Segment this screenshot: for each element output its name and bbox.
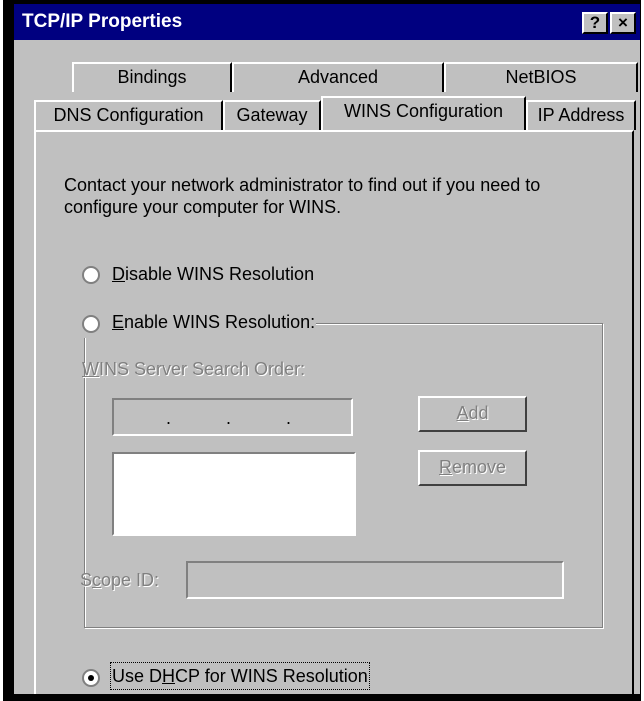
scope-id-input[interactable] [186,561,564,599]
disable-wins-label[interactable]: Disable WINS Resolution [112,262,314,286]
dhcp-mnemonic: H [162,666,176,686]
add-mnemonic: A [456,403,469,423]
dhcp-before: Use D [112,666,163,686]
tcpip-properties-dialog: TCP/IP Properties ? × Bindings Advanced … [14,4,640,694]
disable-label-rest: isable WINS Resolution [125,264,315,284]
scope-before: S [80,570,93,590]
enable-wins-radio[interactable] [82,315,100,333]
dhcp-rest: CP for WINS Resolution [175,666,368,686]
use-dhcp-radio-dot [88,675,94,681]
tab-netbios[interactable]: NetBIOS [444,62,638,92]
enable-label-rest: nable WINS Resolution: [124,312,316,332]
add-rest: dd [468,403,489,423]
tab-advanced[interactable]: Advanced [232,62,444,92]
remove-rest: emove [451,457,507,477]
close-button[interactable]: × [610,12,636,34]
search-order-mnemonic: W [82,359,99,379]
tab-bindings[interactable]: Bindings [72,62,232,92]
use-dhcp-label[interactable]: Use DHCP for WINS Resolution [110,662,370,690]
tab-ip-address[interactable]: IP Address [526,100,636,130]
wins-server-ip-input[interactable]: . . . [112,398,353,436]
wins-server-list[interactable] [112,452,356,536]
help-button[interactable]: ? [582,12,608,34]
enable-mnemonic: E [112,312,125,332]
remove-mnemonic: R [438,457,452,477]
ip-separator-1: . [166,408,172,428]
instructions-line-2: configure your computer for WINS. [64,197,342,217]
scope-rest: ope ID: [101,570,160,590]
ip-separator-2: . [226,408,232,428]
window-title: TCP/IP Properties [22,11,183,32]
tab-wins-configuration[interactable]: WINS Configuration [321,96,526,130]
scope-id-label: Scope ID: [80,568,159,592]
tab-gateway[interactable]: Gateway [223,100,321,130]
disable-mnemonic: D [112,264,125,284]
enable-wins-label[interactable]: Enable WINS Resolution: [112,310,315,334]
search-order-label: WINS Server Search Order: [82,357,305,381]
wins-configuration-panel: Contact your network administrator to fi… [34,130,634,694]
scope-mnemonic: c [92,570,102,590]
search-order-rest: INS Server Search Order: [99,359,306,379]
add-button[interactable]: Add [418,396,527,432]
tab-dns-configuration[interactable]: DNS Configuration [34,100,223,130]
ip-separator-3: . [286,408,292,428]
disable-wins-radio[interactable] [82,266,100,284]
use-dhcp-radio[interactable] [82,669,100,687]
instructions-line-1: Contact your network administrator to fi… [64,175,541,195]
remove-button[interactable]: Remove [418,450,527,486]
title-bar: TCP/IP Properties ? × [14,4,640,40]
